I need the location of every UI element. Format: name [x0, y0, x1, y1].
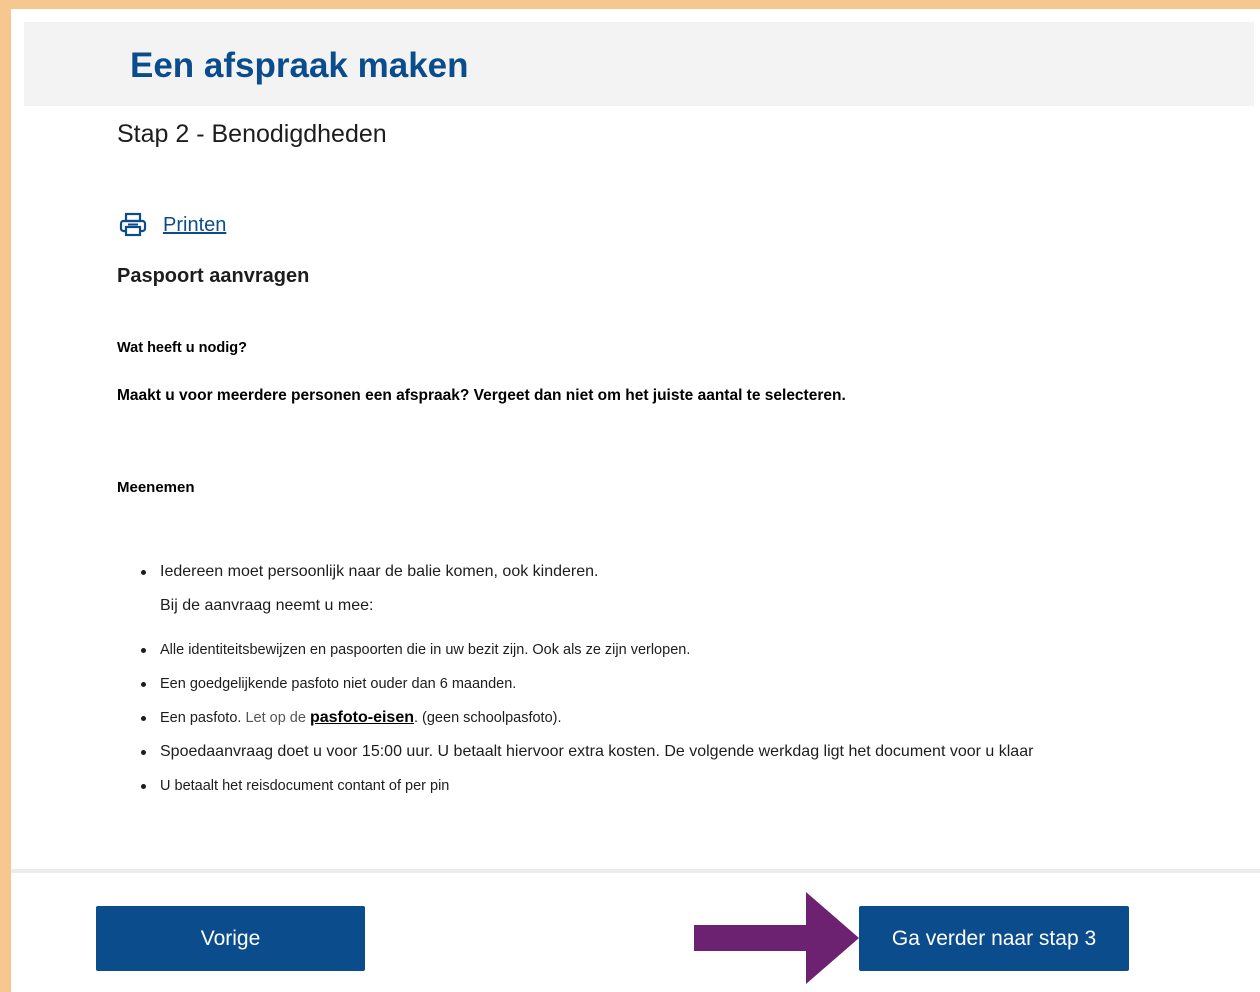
list-item-text-end: . (geen schoolpasfoto). [413, 710, 562, 726]
step-title: Stap 2 - Benodigdheden [117, 120, 387, 148]
print-link-label[interactable]: Printen [163, 212, 226, 238]
page-title: Een afspraak maken [130, 46, 469, 85]
list-item-text: Een pasfoto. [160, 710, 242, 726]
footer-divider [11, 869, 1260, 873]
requirements-list: Iedereen moet persoonlijk naar de balie … [117, 555, 1117, 803]
list-item-text: Een goedgelijkende pasfoto niet ouder da… [160, 676, 517, 692]
list-item: Een goedgelijkende pasfoto niet ouder da… [117, 667, 1117, 701]
list-item-text: Spoedaanvraag doet u voor 15:00 uur. U b… [160, 743, 1034, 760]
pasfoto-eisen-link[interactable]: pasfoto-eisen [310, 709, 414, 726]
list-item-text: U betaalt het reisdocument contant of pe… [160, 778, 450, 794]
printer-icon [119, 212, 147, 238]
next-step-button[interactable]: Ga verder naar stap 3 [859, 906, 1129, 971]
print-link[interactable]: Printen [119, 212, 226, 238]
list-item: Spoedaanvraag doet u voor 15:00 uur. U b… [117, 735, 1117, 769]
list-item: Een pasfoto. Let op de pasfoto-eisen. (g… [117, 701, 1117, 735]
page-frame: Een afspraak maken Stap 2 - Benodigdhede… [11, 9, 1260, 992]
section-title: Paspoort aanvragen [117, 265, 310, 287]
arrow-right-icon [694, 892, 859, 989]
page-header: Een afspraak maken [24, 22, 1254, 106]
list-item-text: Alle identiteitsbewijzen en paspoorten d… [160, 642, 691, 658]
previous-button[interactable]: Vorige [96, 906, 365, 971]
list-item: Iedereen moet persoonlijk naar de balie … [117, 555, 1117, 633]
bring-heading: Meenemen [117, 479, 195, 496]
list-item: Alle identiteitsbewijzen en paspoorten d… [117, 633, 1117, 667]
list-item-note: Let op de [245, 710, 306, 726]
list-item-text: Iedereen moet persoonlijk naar de balie … [160, 563, 599, 580]
list-item: U betaalt het reisdocument contant of pe… [117, 769, 1117, 803]
multiple-persons-notice: Maakt u voor meerdere personen een afspr… [117, 387, 846, 404]
list-item-subtext: Bij de aanvraag neemt u mee: [160, 597, 374, 614]
question-heading: Wat heeft u nodig? [117, 340, 247, 356]
